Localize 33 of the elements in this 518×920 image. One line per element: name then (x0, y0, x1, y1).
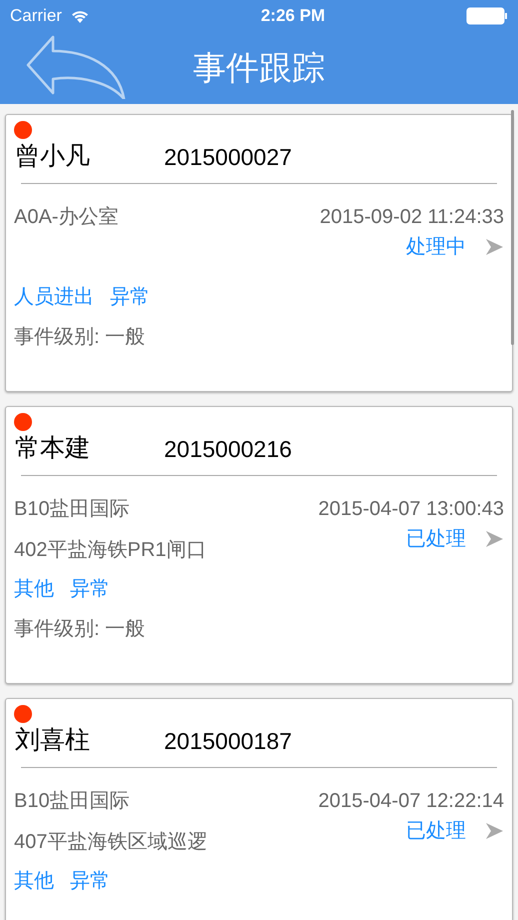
clock-text: 2:26 PM (260, 5, 326, 28)
event-card[interactable]: 刘喜柱 2015000187 B10盐田国际 407平盐海铁区域巡逻 2015-04-07 12:22:14 已处理 其他 异常 (5, 698, 513, 920)
type-tag: 异常 (70, 574, 110, 604)
sublocation-text: 402平盐海铁PR1闸口 (14, 538, 206, 563)
category-tag: 其他 (14, 866, 54, 896)
back-arrow-icon[interactable] (26, 35, 126, 99)
type-tag: 异常 (70, 866, 110, 896)
event-datetime: 2015-04-07 13:00:43 (318, 497, 504, 522)
event-card[interactable]: 曾小凡 2015000027 A0A-办公室 2015-09-02 11:24:33 处理中 人员进出 异常 事件级别: 一般 (5, 114, 513, 392)
category-tag: 其他 (14, 574, 54, 604)
location-text: A0A-办公室 (14, 205, 118, 230)
chevron-icon (484, 821, 504, 841)
carrier-text: Carrier (10, 5, 62, 28)
event-level: 事件级别: 一般 (14, 325, 146, 350)
page-title: 事件跟踪 (193, 48, 325, 88)
event-datetime: 2015-04-07 12:22:14 (318, 789, 504, 814)
person-name: 曾小凡 (14, 141, 91, 172)
category-tag: 人员进出 (14, 282, 94, 312)
person-name: 常本建 (14, 433, 91, 464)
event-number: 2015000027 (164, 142, 292, 172)
event-card[interactable]: 常本建 2015000216 B10盐田国际 402平盐海铁PR1闸口 2015-04-07 13:00:43 已处理 其他 异常 事件级别: 一般 (5, 406, 513, 684)
chevron-icon (484, 529, 504, 549)
type-tag: 异常 (110, 282, 150, 312)
event-level: 事件级别: 一般 (14, 617, 146, 642)
event-number: 2015000187 (164, 726, 292, 756)
event-datetime: 2015-09-02 11:24:33 (320, 205, 504, 230)
location-text: B10盐田国际 (14, 497, 131, 522)
event-number: 2015000216 (164, 434, 292, 464)
person-name: 刘喜柱 (14, 725, 91, 756)
battery-icon (466, 7, 508, 25)
chevron-icon (484, 237, 504, 257)
location-text: B10盐田国际 (14, 789, 131, 814)
sublocation-text: 407平盐海铁区域巡逻 (14, 830, 208, 855)
